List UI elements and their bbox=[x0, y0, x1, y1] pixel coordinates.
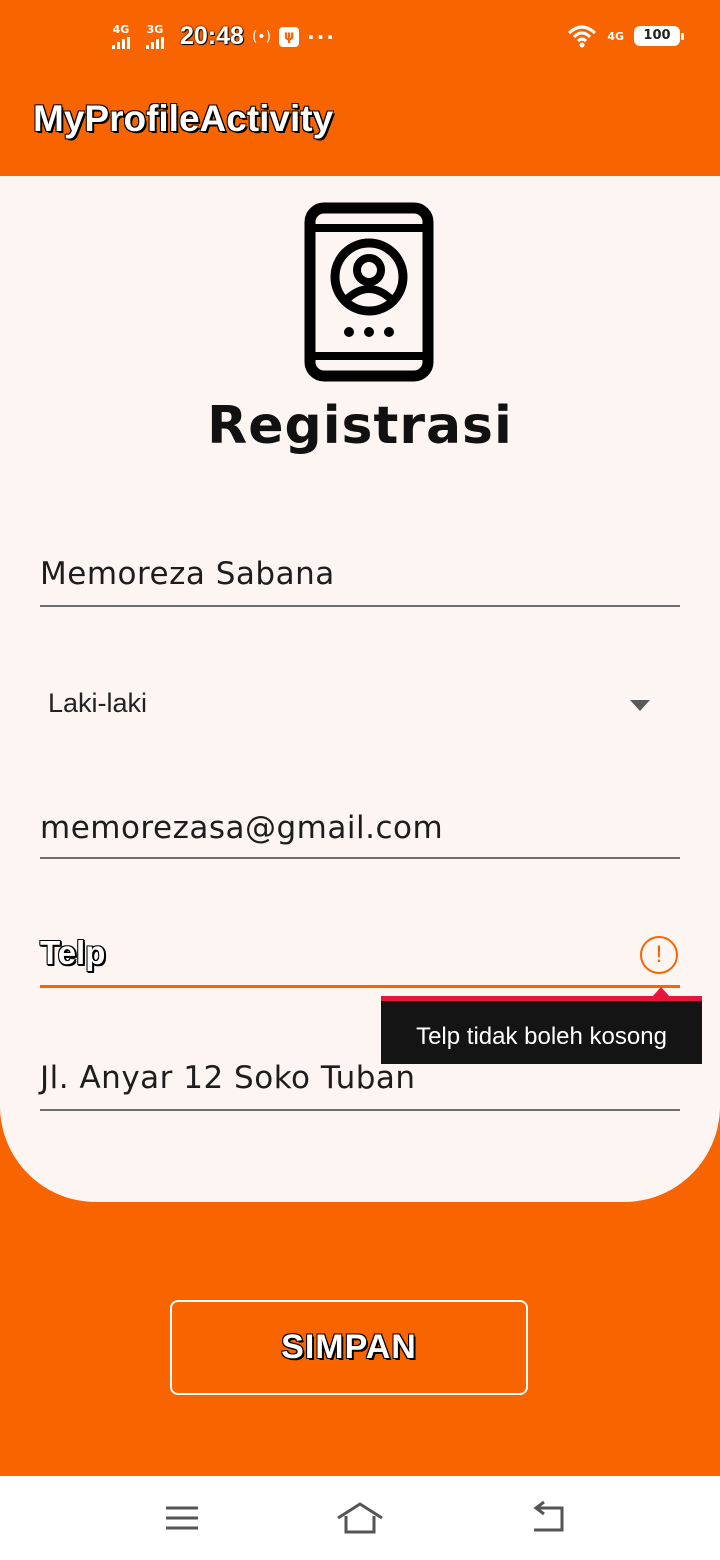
email-field[interactable]: memorezasa@gmail.com bbox=[40, 810, 680, 862]
hotspot-icon: (•) bbox=[251, 28, 272, 45]
name-underline bbox=[40, 605, 680, 607]
signal-indicator-1: 4G bbox=[108, 24, 134, 49]
email-value: memorezasa@gmail.com bbox=[40, 810, 444, 846]
gender-spinner[interactable]: Laki-laki bbox=[40, 686, 680, 726]
page-title: Registrasi bbox=[207, 396, 513, 456]
name-value: Memoreza Sabana bbox=[40, 556, 335, 592]
dropdown-arrow-icon bbox=[630, 700, 650, 711]
error-icon[interactable]: ! bbox=[640, 936, 678, 974]
gender-selected: Laki-laki bbox=[48, 688, 148, 718]
error-tooltip: Telp tidak boleh kosong bbox=[381, 987, 702, 1064]
back-icon[interactable] bbox=[528, 1500, 568, 1536]
address-underline bbox=[40, 1109, 680, 1111]
wifi-icon bbox=[568, 25, 597, 48]
usb-icon: ψ bbox=[279, 26, 300, 47]
profile-phone-icon bbox=[304, 202, 434, 382]
status-left: 4G 3G 20:48 (•) ψ ··· bbox=[108, 22, 336, 51]
app-title: MyProfileActivity bbox=[33, 98, 334, 139]
signal-indicator-2: 3G bbox=[142, 24, 168, 49]
signal-bars-icon bbox=[146, 37, 164, 49]
email-underline bbox=[40, 857, 680, 859]
status-right: 4G 100 bbox=[567, 24, 684, 48]
save-button[interactable]: SIMPAN bbox=[170, 1300, 528, 1395]
more-notifications-icon: ··· bbox=[307, 24, 336, 49]
navigation-bar bbox=[0, 1476, 720, 1560]
error-message: Telp tidak boleh kosong bbox=[416, 1023, 667, 1050]
lte-indicator: 4G bbox=[607, 29, 624, 43]
signal-label-2: 3G bbox=[146, 23, 164, 36]
name-field[interactable]: Memoreza Sabana bbox=[40, 556, 680, 608]
signal-label-1: 4G bbox=[112, 23, 130, 36]
telp-underline bbox=[40, 985, 680, 988]
signal-bars-icon bbox=[112, 37, 130, 49]
clock: 20:48 bbox=[180, 22, 244, 50]
tooltip-pointer bbox=[652, 987, 670, 997]
address-value: Jl. Anyar 12 Soko Tuban bbox=[40, 1060, 416, 1096]
telp-field[interactable]: Telp ! bbox=[40, 934, 680, 990]
home-icon[interactable] bbox=[334, 1500, 386, 1536]
status-bar: 4G 3G 20:48 (•) ψ ··· 4G 100 bbox=[0, 0, 720, 76]
telp-hint: Telp bbox=[40, 934, 106, 971]
menu-icon[interactable] bbox=[162, 1500, 202, 1536]
battery-icon: 100 bbox=[634, 26, 684, 46]
